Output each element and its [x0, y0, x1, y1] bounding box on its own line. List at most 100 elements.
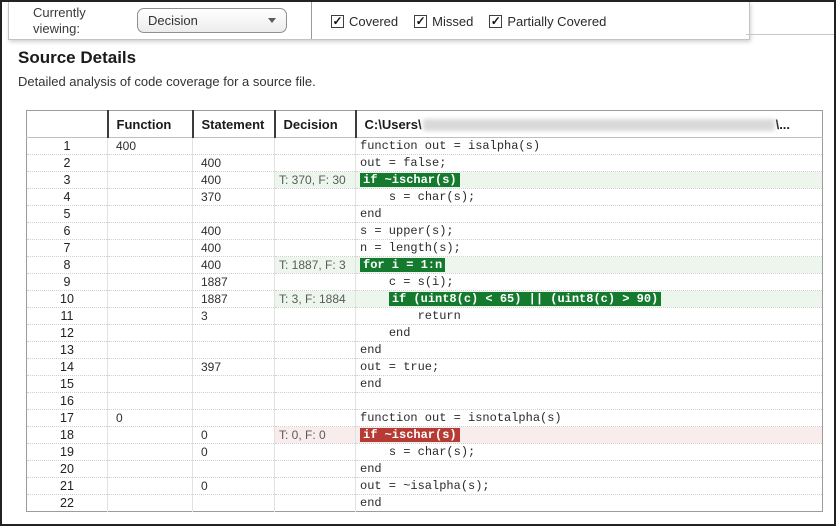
code-cell: out = true;	[355, 358, 823, 376]
decision-count-cell	[274, 273, 356, 291]
metric-dropdown[interactable]: Decision	[137, 8, 287, 33]
statement-count-cell: 0	[192, 477, 275, 495]
checkbox-check-icon[interactable]: ✓	[331, 14, 344, 28]
code-text: c = s(i);	[388, 275, 454, 289]
code-cell: if ~ischar(s)	[355, 171, 823, 189]
decision-count-cell	[274, 307, 356, 325]
table-row: 4 370 s = char(s);	[26, 188, 823, 206]
statement-count-cell	[192, 460, 275, 478]
page-title: Source Details	[18, 48, 137, 67]
table-row: 11 3 return	[26, 307, 823, 325]
code-cell: function out = isalpha(s)	[355, 137, 823, 155]
line-number-cell: 19	[26, 443, 108, 461]
code-text: function out = isnotalpha(s)	[360, 411, 562, 425]
code-text: end	[360, 496, 382, 510]
function-count-cell	[107, 494, 193, 512]
line-number-cell: 22	[26, 494, 108, 512]
code-cell: out = false;	[355, 154, 823, 172]
highlighted-code: if ~ischar(s)	[360, 428, 460, 442]
function-count-cell	[107, 171, 193, 189]
statement-count-cell: 400	[192, 256, 275, 274]
code-cell: end	[355, 341, 823, 359]
line-number-cell: 1	[26, 137, 108, 155]
checkbox-label: Covered	[349, 13, 399, 29]
path-suffix: \...	[775, 116, 791, 132]
function-count-cell	[107, 392, 193, 410]
line-number-cell: 2	[26, 154, 108, 172]
app-window: Currently viewing: Decision ✓ Covered ✓ Mis…	[0, 0, 836, 526]
line-number-cell: 16	[26, 392, 108, 410]
decision-count-cell	[274, 205, 356, 223]
toolbar-divider	[311, 2, 312, 39]
statement-count-cell	[192, 392, 275, 410]
checkbox-check-icon[interactable]: ✓	[489, 14, 503, 28]
highlighted-code: if ~ischar(s)	[360, 173, 460, 187]
coverage-table-body: 1 400 function out = isalpha(s) 2 400 out = f…	[26, 137, 823, 512]
decision-count-cell	[274, 154, 356, 172]
table-row: 16	[26, 392, 823, 410]
code-text: s = char(s);	[388, 190, 476, 204]
table-header-row: Function Statement Decision C:\Users\ \..…	[26, 110, 823, 138]
statement-count-cell: 400	[192, 239, 275, 257]
table-row: 2 400 out = false;	[26, 154, 823, 172]
checkbox-check-icon[interactable]: ✓	[414, 14, 428, 28]
function-count-cell	[107, 256, 193, 274]
code-text: end	[388, 326, 411, 340]
checkbox-missed[interactable]: ✓ Missed	[414, 14, 473, 29]
function-count-cell	[107, 341, 193, 359]
code-cell: c = s(i);	[355, 273, 823, 291]
code-text: n = length(s);	[360, 241, 461, 255]
function-column-header: Function	[106, 110, 193, 138]
table-row: 1 400 function out = isalpha(s)	[26, 137, 823, 155]
checkbox-partially-covered[interactable]: ✓ Partially Covered	[489, 14, 606, 29]
line-number-cell: 8	[26, 256, 108, 274]
header-divider-line	[746, 34, 834, 35]
line-number-cell: 13	[26, 341, 108, 359]
checkbox-covered[interactable]: ✓ Covered	[331, 14, 398, 29]
statement-count-cell	[192, 205, 275, 223]
code-cell: if (uint8(c) < 65) || (uint8(c) > 90)	[355, 290, 823, 308]
code-text: end	[360, 207, 382, 221]
statement-count-cell: 400	[192, 154, 275, 172]
statement-count-cell: 397	[192, 358, 275, 376]
line-number-cell: 12	[26, 324, 108, 342]
code-cell: end	[355, 205, 823, 223]
currently-viewing-line1: Currently	[33, 5, 86, 20]
checkbox-label: Missed	[432, 13, 474, 29]
decision-count-cell	[274, 239, 356, 257]
code-cell: end	[355, 324, 823, 342]
code-text: end	[360, 462, 382, 476]
line-number-cell: 15	[26, 375, 108, 393]
statement-count-cell: 0	[192, 443, 275, 461]
code-cell: end	[355, 460, 823, 478]
currently-viewing-line2: viewing:	[33, 21, 80, 36]
line-number-cell: 17	[26, 409, 108, 427]
line-number-cell: 14	[26, 358, 108, 376]
statement-count-cell: 0	[192, 426, 275, 444]
decision-count-cell	[274, 494, 356, 512]
statement-count-cell: 1887	[192, 273, 275, 291]
line-number-cell: 7	[26, 239, 108, 257]
line-number-cell: 6	[26, 222, 108, 240]
decision-count-cell	[274, 409, 356, 427]
function-count-cell	[107, 222, 193, 240]
code-text: return	[417, 309, 461, 323]
line-number-cell: 10	[26, 290, 108, 308]
function-count-cell	[107, 375, 193, 393]
decision-count-cell	[274, 443, 356, 461]
code-cell: return	[355, 307, 823, 325]
table-row: 15 end	[26, 375, 823, 393]
checkbox-label: Partially Covered	[507, 13, 607, 29]
code-cell: end	[355, 494, 823, 512]
decision-count-cell	[274, 358, 356, 376]
statement-count-cell	[192, 324, 275, 342]
decision-count-cell	[274, 460, 356, 478]
code-cell	[355, 392, 823, 410]
line-number-cell: 18	[26, 426, 108, 444]
function-count-cell	[107, 188, 193, 206]
table-row: 5 end	[26, 205, 823, 223]
function-count-cell: 400	[107, 137, 193, 155]
table-row: 19 0 s = char(s);	[26, 443, 823, 461]
function-count-cell	[107, 324, 193, 342]
decision-count-cell	[274, 324, 356, 342]
